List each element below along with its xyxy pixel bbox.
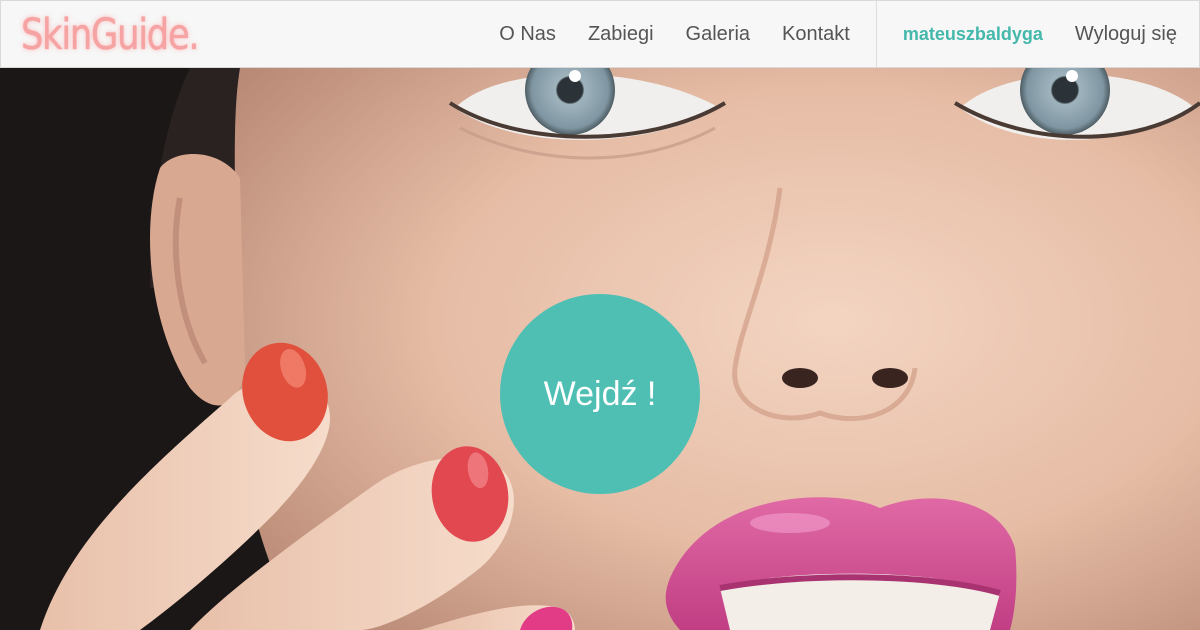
enter-button[interactable]: Wejdź ! [500, 294, 700, 494]
nav-item-o-nas[interactable]: O Nas [483, 1, 572, 67]
nav-user-link[interactable]: mateuszbaldyga [887, 1, 1059, 67]
nav-item-kontakt[interactable]: Kontakt [766, 1, 866, 67]
nav-divider [875, 1, 877, 67]
brand-logo[interactable]: SkinGuide. [21, 9, 200, 61]
nav-logout-link[interactable]: Wyloguj się [1059, 1, 1199, 67]
nav-item-galeria[interactable]: Galeria [670, 1, 766, 67]
hero-section: Wejdź ! [0, 68, 1200, 630]
nav-item-zabiegi[interactable]: Zabiegi [572, 1, 670, 67]
top-navbar: SkinGuide. O Nas Zabiegi Galeria Kontakt… [0, 0, 1200, 68]
main-nav: O Nas Zabiegi Galeria Kontakt mateuszbal… [483, 1, 1199, 67]
